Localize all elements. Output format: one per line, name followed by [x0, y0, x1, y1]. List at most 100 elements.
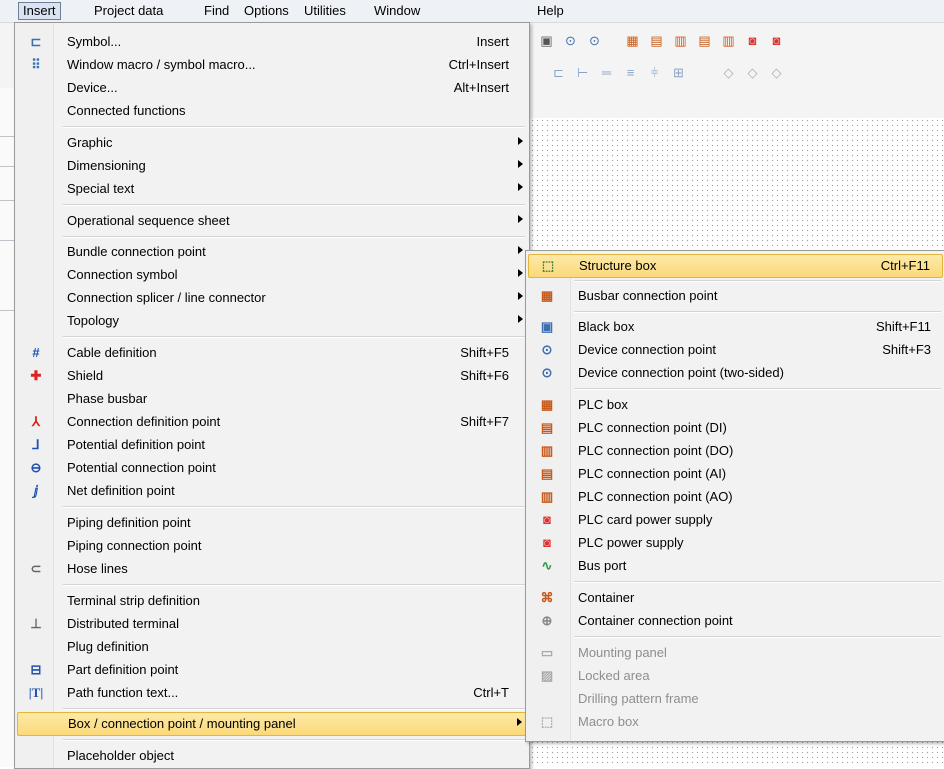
toolbar-icon[interactable]: ▤ — [648, 32, 665, 49]
menu-item-device-connection-point-two-sided[interactable]: ⊙ Device connection point (two-sided) — [528, 362, 943, 384]
toolbar-icon[interactable]: ◇ — [768, 64, 785, 81]
net-definition-icon: ⅉ — [33, 483, 39, 498]
symbol-icon: ⊏ — [30, 34, 42, 49]
macro-box-icon: ⬚ — [540, 714, 554, 729]
menu-item-plc-box[interactable]: ▦ PLC box — [528, 394, 943, 416]
menu-item-mounting-panel[interactable]: ▭ Mounting panel — [528, 642, 943, 664]
menu-item-plc-card-power-supply[interactable]: ◙ PLC card power supply — [528, 509, 943, 531]
plc-box-icon: ▦ — [540, 397, 554, 412]
menu-item-locked-area[interactable]: ▨ Locked area — [528, 665, 943, 687]
submenu-arrow-icon — [518, 137, 523, 145]
menu-item-connection-symbol[interactable]: Connection symbol — [17, 264, 527, 286]
device-connection-two-sided-icon: ⊙ — [541, 365, 553, 380]
menu-item-distributed-terminal[interactable]: ⊥ Distributed terminal — [17, 613, 527, 635]
submenu-arrow-icon — [518, 183, 523, 191]
menu-item-macro-box[interactable]: ⬚ Macro box — [528, 711, 943, 733]
menu-item-connection-splicer[interactable]: Connection splicer / line connector — [17, 287, 527, 309]
menu-item-plc-do[interactable]: ▥ PLC connection point (DO) — [528, 440, 943, 462]
toolbar-icon[interactable]: ▤ — [696, 32, 713, 49]
menu-item-connected-functions[interactable]: Connected functions — [17, 100, 527, 122]
menu-item-plc-power-supply[interactable]: ◙ PLC power supply — [528, 532, 943, 554]
drawing-canvas[interactable] — [530, 118, 944, 258]
menu-item-box-connection-point-mounting-panel[interactable]: Box / connection point / mounting panel — [17, 712, 527, 736]
menu-item-path-function-text[interactable]: |T| Path function text... Ctrl+T — [17, 682, 527, 704]
menu-project-data[interactable]: Project data — [90, 3, 167, 19]
menu-item-special-text[interactable]: Special text — [17, 178, 527, 200]
menu-find[interactable]: Find — [200, 3, 233, 19]
menu-item-net-definition-point[interactable]: ⅉ Net definition point — [17, 480, 527, 502]
menu-separator — [574, 280, 941, 282]
black-box-icon: ▣ — [540, 319, 554, 334]
toolbar-icon[interactable]: ⊙ — [586, 32, 603, 49]
menu-insert[interactable]: Insert — [18, 2, 61, 20]
menu-item-cable-definition[interactable]: # Cable definition Shift+F5 — [17, 342, 527, 364]
busbar-icon: ▦ — [540, 288, 554, 303]
menu-item-plc-ai[interactable]: ▤ PLC connection point (AI) — [528, 463, 943, 485]
macro-icon: ⠿ — [31, 57, 41, 72]
toolbar-icon[interactable]: ◇ — [720, 64, 737, 81]
toolbar-icon[interactable]: ▥ — [672, 32, 689, 49]
toolbar-icon[interactable]: ≡ — [622, 64, 639, 81]
toolbar-icon[interactable]: ⊙ — [562, 32, 579, 49]
menu-item-topology[interactable]: Topology — [17, 310, 527, 332]
toolbar-icon[interactable]: ◙ — [768, 32, 785, 49]
menu-item-symbol[interactable]: ⊏ Symbol... Insert — [17, 31, 527, 53]
menu-item-bundle-connection-point[interactable]: Bundle connection point — [17, 241, 527, 263]
menu-item-hose-lines[interactable]: ⊂ Hose lines — [17, 558, 527, 580]
plc-ai-icon: ▤ — [540, 466, 554, 481]
cart-icon: ⊟ — [30, 662, 42, 677]
toolbar-icon[interactable]: ⫩ — [646, 64, 663, 81]
menu-item-potential-connection-point[interactable]: ⊖ Potential connection point — [17, 457, 527, 479]
container-icon: ⌘ — [540, 590, 554, 605]
toolbar-icon[interactable]: ⊞ — [670, 64, 687, 81]
structure-box-icon: ⬚ — [541, 258, 555, 273]
menu-item-plc-di[interactable]: ▤ PLC connection point (DI) — [528, 417, 943, 439]
menu-item-black-box[interactable]: ▣ Black box Shift+F11 — [528, 316, 943, 338]
plc-do-icon: ▥ — [540, 443, 554, 458]
menu-separator — [63, 506, 525, 508]
menu-item-piping-definition-point[interactable]: Piping definition point — [17, 512, 527, 534]
menu-item-piping-connection-point[interactable]: Piping connection point — [17, 535, 527, 557]
menu-item-placeholder-object[interactable]: Placeholder object — [17, 745, 527, 767]
menu-separator — [63, 236, 525, 238]
menu-help[interactable]: Help — [533, 3, 568, 19]
menu-item-terminal-strip-definition[interactable]: Terminal strip definition — [17, 590, 527, 612]
menu-item-plug-definition[interactable]: Plug definition — [17, 636, 527, 658]
menu-item-container-connection-point[interactable]: ⊕ Container connection point — [528, 610, 943, 632]
menu-item-dimensioning[interactable]: Dimensioning — [17, 155, 527, 177]
menu-item-plc-ao[interactable]: ▥ PLC connection point (AO) — [528, 486, 943, 508]
toolbar-icon[interactable]: ◙ — [744, 32, 761, 49]
toolbar-icon[interactable]: ▥ — [720, 32, 737, 49]
menu-item-graphic[interactable]: Graphic — [17, 132, 527, 154]
menu-item-part-definition-point[interactable]: ⊟ Part definition point — [17, 659, 527, 681]
menu-item-device[interactable]: Device... Alt+Insert — [17, 77, 527, 99]
cable-icon: # — [32, 345, 40, 360]
plc-power-icon: ◙ — [543, 535, 551, 550]
menu-options[interactable]: Options — [240, 3, 293, 19]
menu-item-drilling-pattern-frame[interactable]: Drilling pattern frame — [528, 688, 943, 710]
hose-icon: ⊂ — [30, 561, 42, 576]
toolbar-icon[interactable]: ⊢ — [574, 64, 591, 81]
toolbar-icon[interactable]: ▦ — [624, 32, 641, 49]
menu-item-operational-sequence-sheet[interactable]: Operational sequence sheet — [17, 210, 527, 232]
toolbar-icon[interactable]: ═ — [598, 64, 615, 81]
submenu-arrow-icon — [517, 718, 522, 726]
toolbar-icon[interactable]: ◇ — [744, 64, 761, 81]
menu-item-bus-port[interactable]: ∿ Bus port — [528, 555, 943, 577]
menu-utilities[interactable]: Utilities — [300, 3, 350, 19]
menu-window[interactable]: Window — [370, 3, 424, 19]
menu-item-busbar-connection-point[interactable]: ▦ Busbar connection point — [528, 285, 943, 307]
menu-item-container[interactable]: ⌘ Container — [528, 587, 943, 609]
menu-item-phase-busbar[interactable]: Phase busbar — [17, 388, 527, 410]
toolbar-icon[interactable]: ⊏ — [550, 64, 567, 81]
submenu-arrow-icon — [518, 315, 523, 323]
menu-item-structure-box[interactable]: ⬚ Structure box Ctrl+F11 — [528, 254, 943, 278]
bus-port-icon: ∿ — [541, 558, 553, 573]
box-connection-point-submenu: ⬚ Structure box Ctrl+F11 ▦ Busbar connec… — [525, 250, 944, 742]
toolbar-icon[interactable]: ▣ — [538, 32, 555, 49]
menu-item-connection-definition-point[interactable]: ⅄ Connection definition point Shift+F7 — [17, 411, 527, 433]
menu-item-shield[interactable]: ✚ Shield Shift+F6 — [17, 365, 527, 387]
menu-item-device-connection-point[interactable]: ⊙ Device connection point Shift+F3 — [528, 339, 943, 361]
menu-item-window-macro[interactable]: ⠿ Window macro / symbol macro... Ctrl+In… — [17, 54, 527, 76]
menu-item-potential-definition-point[interactable]: ⅃ Potential definition point — [17, 434, 527, 456]
